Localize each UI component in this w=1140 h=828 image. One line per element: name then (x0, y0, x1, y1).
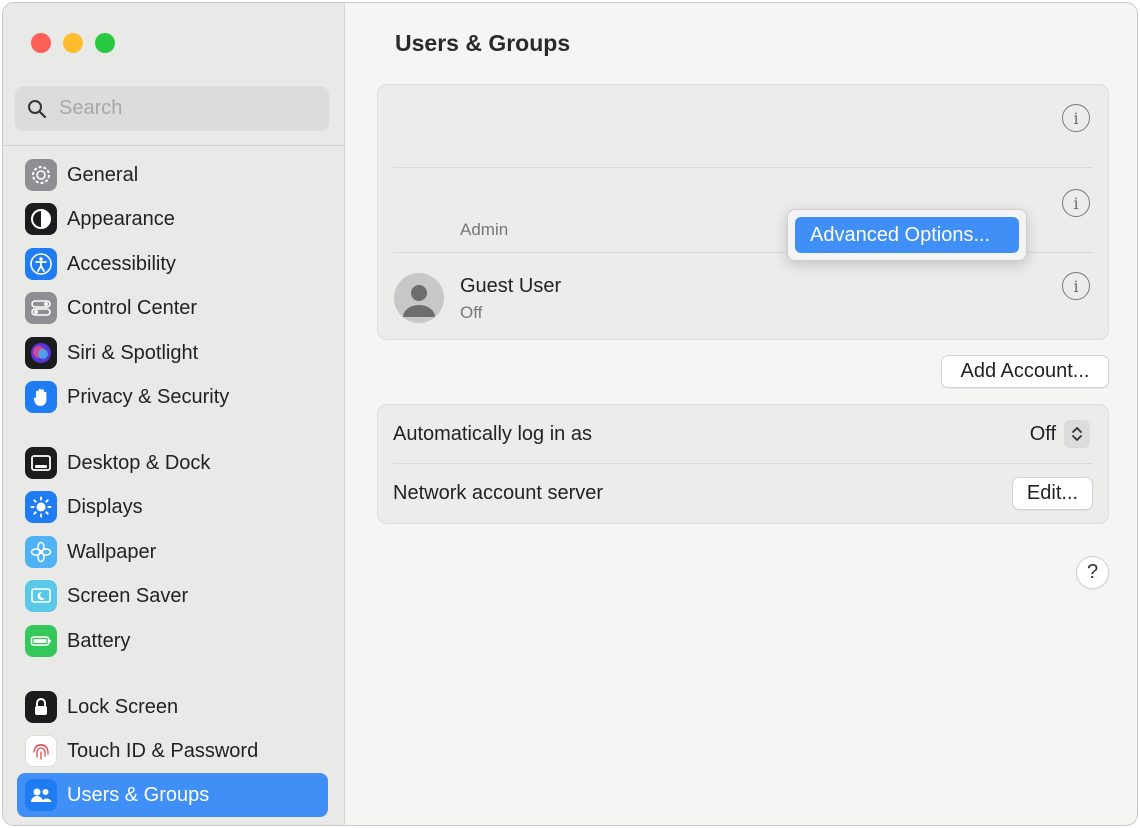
info-icon: i (1073, 276, 1079, 296)
sidebar-item-lock-screen[interactable]: Lock Screen (17, 685, 328, 729)
row-divider (393, 167, 1093, 168)
sidebar-item-label: Screen Saver (67, 584, 189, 607)
guest-avatar (394, 273, 444, 323)
sidebar-item-wallpaper[interactable]: Wallpaper (17, 530, 328, 574)
siri-icon (25, 337, 57, 369)
sidebar-item-label: Touch ID & Password (67, 739, 259, 762)
advanced-options-menu-item[interactable]: Advanced Options... (795, 217, 1019, 253)
flower-icon (25, 536, 57, 568)
info-button-guest[interactable]: i (1062, 272, 1090, 300)
sidebar-item-desktop-dock[interactable]: Desktop & Dock (17, 441, 328, 485)
fingerprint-icon (25, 735, 57, 767)
close-window-button[interactable] (31, 33, 51, 53)
sidebar-item-label: Lock Screen (67, 695, 179, 718)
edit-network-server-button[interactable]: Edit... (1012, 477, 1093, 510)
hand-icon (25, 381, 57, 413)
sidebar-item-accessibility[interactable]: Accessibility (17, 242, 328, 286)
login-settings-card: Automatically log in as Off Network acco… (377, 404, 1109, 524)
sidebar-item-label: Desktop & Dock (67, 451, 211, 474)
guest-user-status: Off (460, 303, 483, 322)
dock-icon (25, 447, 57, 479)
sidebar-item-siri-spotlight[interactable]: Siri & Spotlight (17, 331, 328, 375)
guest-user-name: Guest User (460, 275, 562, 297)
sidebar-item-label: Privacy & Security (67, 385, 230, 408)
sidebar-item-label: Battery (67, 629, 131, 652)
sidebar-item-label: Accessibility (67, 252, 176, 275)
page-title: Users & Groups (395, 30, 571, 56)
sidebar-item-screen-saver[interactable]: Screen Saver (17, 574, 328, 618)
sidebar-item-label: Users & Groups (67, 783, 210, 806)
sidebar-item-control-center[interactable]: Control Center (17, 286, 328, 330)
context-menu: Advanced Options... (787, 209, 1027, 261)
sidebar-item-label: Control Center (67, 296, 198, 319)
sidebar-item-users-groups[interactable]: Users & Groups (17, 773, 328, 817)
auto-login-label: Automatically log in as (393, 423, 592, 445)
auto-login-value: Off (1029, 422, 1056, 445)
sidebar-item-battery[interactable]: Battery (17, 619, 328, 663)
gear-icon (25, 159, 57, 191)
sidebar-item-privacy-security[interactable]: Privacy & Security (17, 375, 328, 419)
screen-saver-icon (25, 580, 57, 612)
sidebar-item-label: Wallpaper (67, 540, 157, 563)
info-icon: i (1073, 108, 1079, 128)
sidebar-item-label: Appearance (67, 207, 175, 230)
add-account-button[interactable]: Add Account... (941, 355, 1109, 388)
sidebar-item-label: General (67, 163, 139, 186)
window-controls (31, 33, 115, 53)
sidebar-item-label: Siri & Spotlight (67, 341, 199, 364)
help-button[interactable]: ? (1076, 556, 1109, 589)
control-center-icon (25, 292, 57, 324)
appearance-icon (25, 203, 57, 235)
sidebar-item-label: Displays (67, 495, 143, 518)
chevron-up-down-icon (1064, 420, 1090, 448)
settings-window: General Appearance Accessibility (2, 2, 1138, 826)
sidebar-divider (3, 145, 344, 146)
network-server-label: Network account server (393, 482, 604, 504)
main-pane: Users & Groups i Admin i Guest User Off … (345, 3, 1137, 825)
auto-login-select[interactable]: Off (1030, 420, 1090, 448)
info-icon: i (1073, 193, 1079, 213)
sidebar-item-general[interactable]: General (17, 153, 328, 197)
sun-icon (25, 491, 57, 523)
accessibility-icon (25, 248, 57, 280)
search-field[interactable] (15, 86, 329, 131)
zoom-window-button[interactable] (95, 33, 115, 53)
minimize-window-button[interactable] (63, 33, 83, 53)
info-button-user-1[interactable]: i (1062, 104, 1090, 132)
sidebar-item-displays[interactable]: Displays (17, 485, 328, 529)
users-icon (25, 779, 57, 811)
search-input[interactable] (59, 97, 299, 120)
row-divider (393, 463, 1093, 464)
search-icon (28, 99, 47, 118)
sidebar: General Appearance Accessibility (3, 3, 345, 825)
sidebar-item-appearance[interactable]: Appearance (17, 197, 328, 241)
admin-role-label: Admin (460, 220, 509, 239)
lock-icon (25, 691, 57, 723)
person-icon (403, 285, 435, 317)
sidebar-item-touch-id[interactable]: Touch ID & Password (17, 729, 328, 773)
battery-icon (25, 625, 57, 657)
info-button-user-2[interactable]: i (1062, 189, 1090, 217)
